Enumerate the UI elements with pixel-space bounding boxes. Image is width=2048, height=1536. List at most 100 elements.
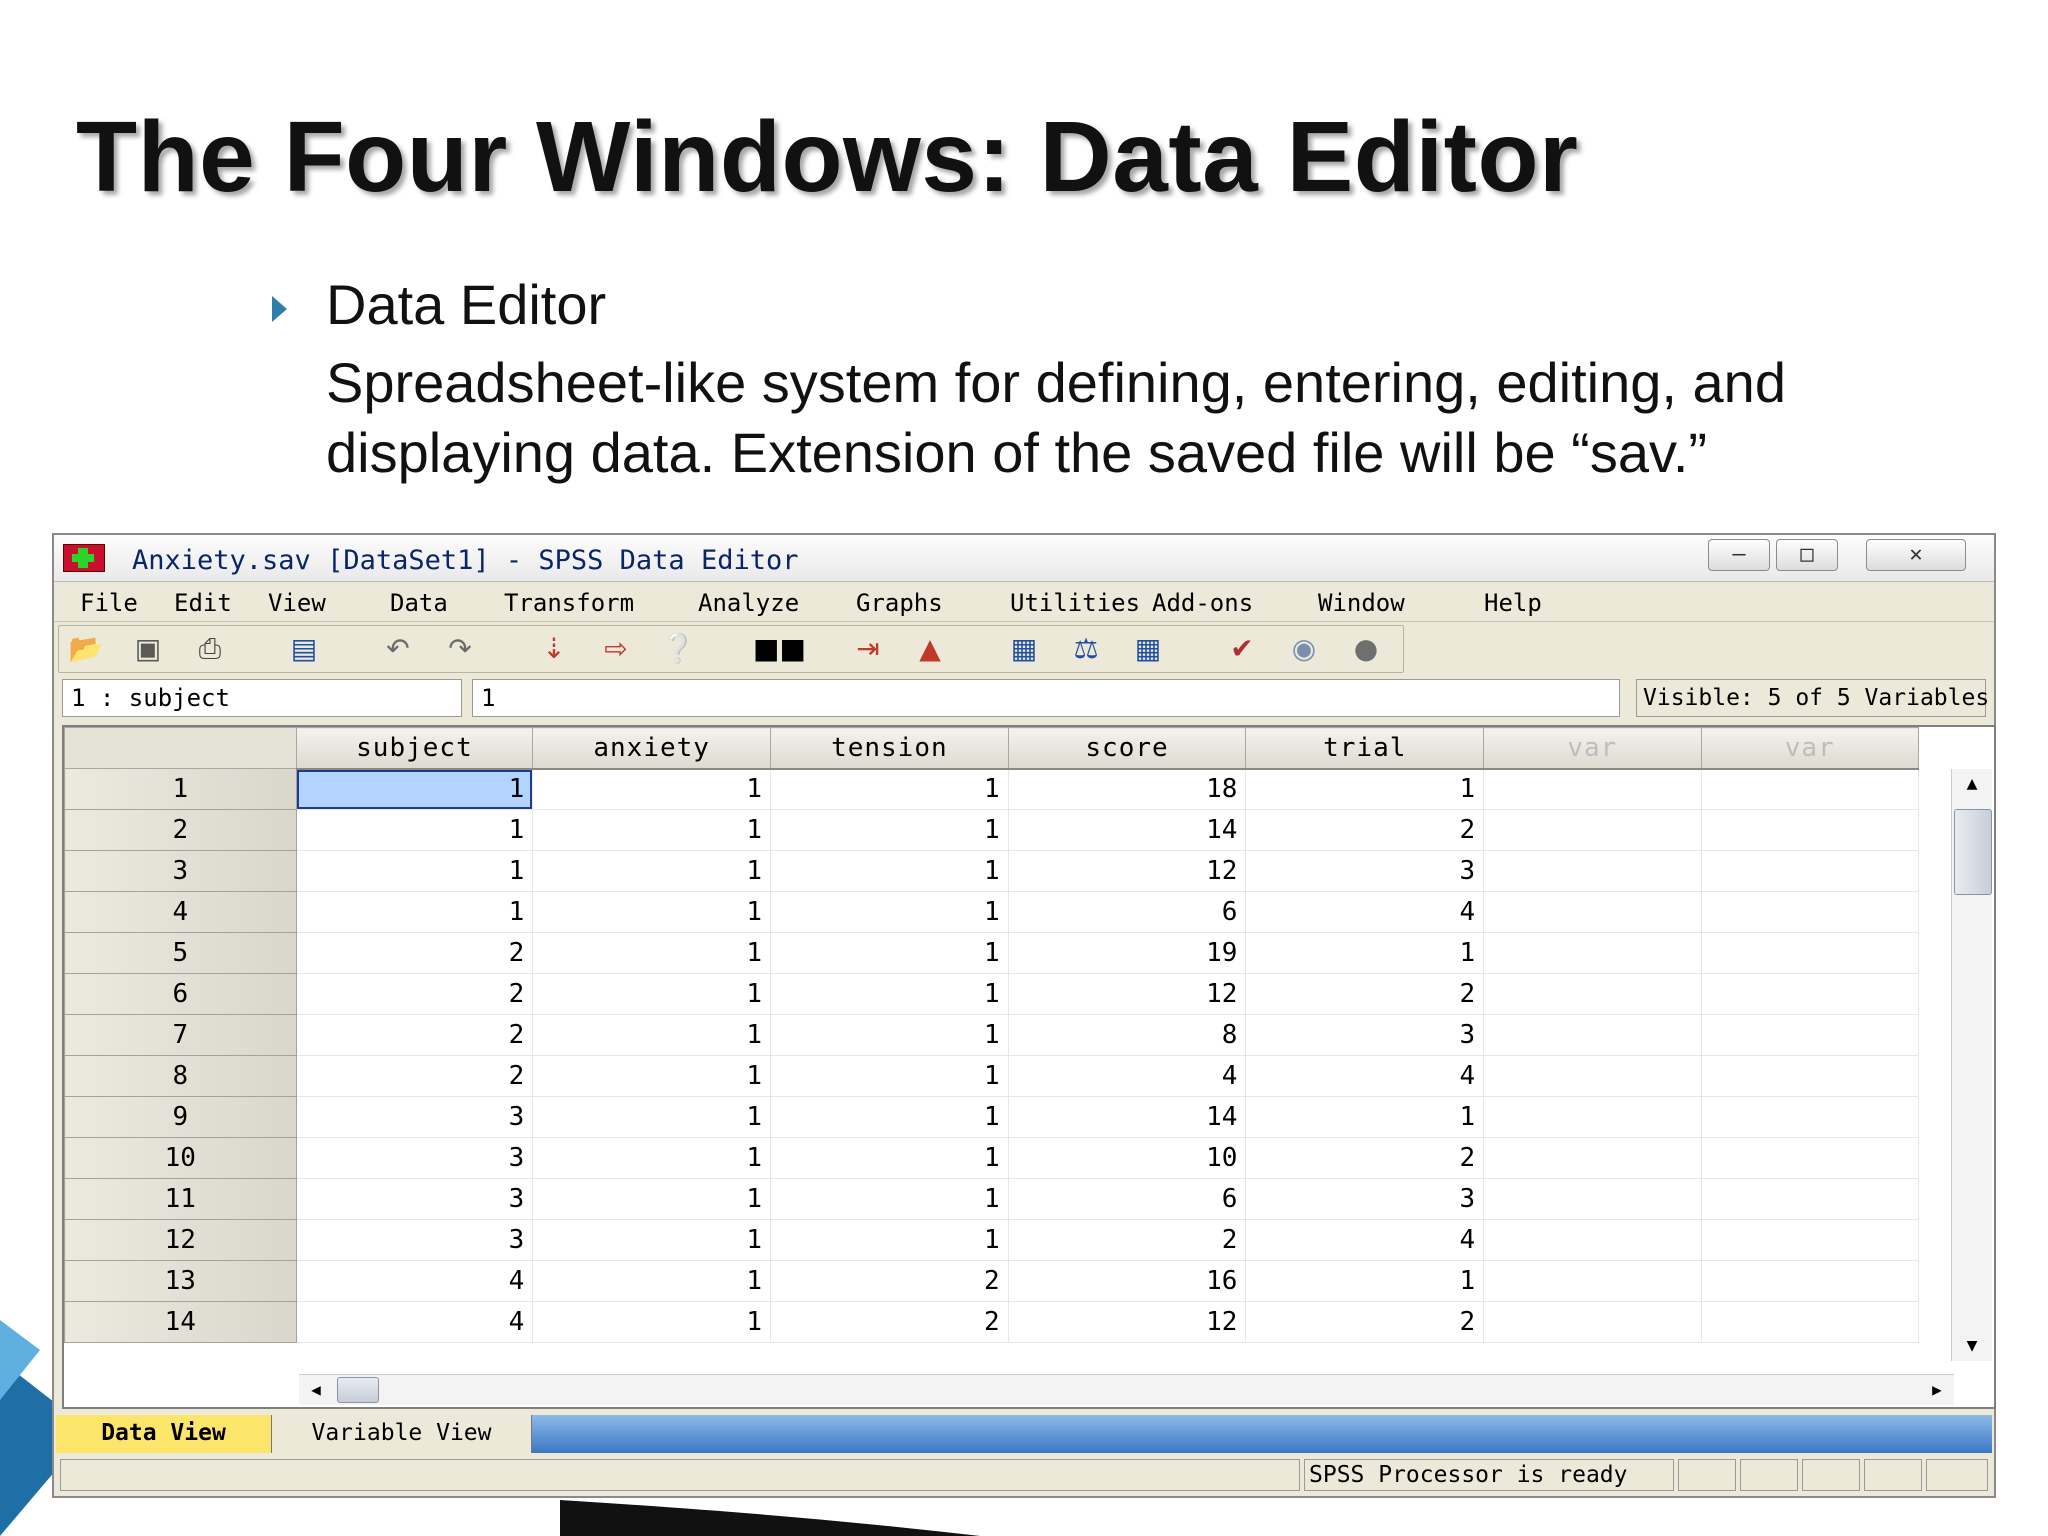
data-cell[interactable]: 12 [1007, 850, 1247, 892]
spell-check-icon[interactable]: ● [1347, 632, 1385, 666]
cell-value-editor[interactable]: 1 [472, 679, 1620, 717]
data-cell[interactable] [1700, 973, 1919, 1015]
column-header-anxiety[interactable]: anxiety [532, 727, 771, 770]
insert-variable-icon[interactable]: ⇥ [849, 632, 887, 666]
variables-icon[interactable]: ❔ [659, 632, 697, 666]
data-cell[interactable] [1483, 809, 1702, 851]
save-icon[interactable]: ▣ [129, 632, 167, 666]
insert-cases-icon[interactable]: ⇨ [597, 632, 635, 666]
data-cell[interactable]: 1 [770, 850, 1009, 892]
data-cell[interactable]: 4 [1245, 1055, 1485, 1097]
data-cell[interactable]: 1 [532, 1219, 771, 1261]
data-cell[interactable]: 8 [1007, 1014, 1247, 1056]
data-cell[interactable]: 1 [532, 809, 771, 851]
data-cell[interactable]: 1 [770, 1096, 1009, 1138]
data-cell[interactable] [1700, 891, 1919, 933]
value-labels-icon[interactable]: ▦ [1005, 632, 1043, 666]
data-cell[interactable] [1483, 891, 1702, 933]
menu-transform[interactable]: Transform [504, 589, 634, 617]
print-icon[interactable]: ⎙ [191, 632, 229, 666]
data-cell[interactable] [1483, 850, 1702, 892]
data-cell[interactable]: 1 [770, 1137, 1009, 1179]
data-cell[interactable]: 1 [770, 809, 1009, 851]
data-cell[interactable]: 1 [770, 1219, 1009, 1261]
data-cell[interactable]: 1 [770, 891, 1009, 933]
data-cell[interactable]: 1 [295, 891, 534, 933]
horizontal-scrollbar[interactable]: ◀ ▶ [299, 1374, 1954, 1405]
data-cell[interactable]: 3 [295, 1096, 534, 1138]
data-cell[interactable]: 16 [1007, 1260, 1247, 1302]
data-cell[interactable]: 19 [1007, 932, 1247, 974]
data-cell[interactable]: 3 [295, 1137, 534, 1179]
data-cell[interactable] [1483, 973, 1702, 1015]
close-button[interactable]: ✕ [1866, 539, 1966, 571]
data-cell[interactable]: 2 [770, 1260, 1009, 1302]
grid-corner[interactable] [64, 727, 297, 769]
data-cell[interactable]: 1 [1245, 932, 1485, 974]
data-cell[interactable] [1700, 1096, 1919, 1138]
data-cell[interactable]: 3 [295, 1178, 534, 1220]
data-cell[interactable]: 1 [532, 1137, 771, 1179]
data-cell[interactable] [1700, 1055, 1919, 1097]
data-cell[interactable]: 2 [1245, 973, 1485, 1015]
data-cell[interactable]: 3 [1245, 1178, 1485, 1220]
data-cell[interactable] [1483, 1260, 1702, 1302]
data-cell[interactable]: 18 [1007, 768, 1247, 810]
data-cell[interactable]: 1 [770, 1055, 1009, 1097]
data-cell[interactable] [1700, 850, 1919, 892]
data-cell[interactable]: 2 [770, 1301, 1009, 1343]
data-cell[interactable]: 1 [532, 1301, 771, 1343]
select-cases-icon[interactable]: ▦ [1129, 632, 1167, 666]
redo-icon[interactable]: ↷ [441, 632, 479, 666]
data-cell[interactable] [1483, 768, 1702, 810]
row-number[interactable]: 10 [64, 1137, 297, 1179]
data-cell[interactable] [1483, 1055, 1702, 1097]
column-header-subject[interactable]: subject [295, 727, 534, 770]
data-cell[interactable]: 1 [532, 1014, 771, 1056]
split-file-icon[interactable]: ▲ [911, 632, 949, 666]
data-cell[interactable]: 14 [1007, 1096, 1247, 1138]
data-cell[interactable]: 1 [770, 1014, 1009, 1056]
weight-cases-icon[interactable]: ⚖ [1067, 632, 1105, 666]
menu-utilities[interactable]: Utilities [1010, 589, 1140, 617]
scroll-down-icon[interactable]: ▼ [1952, 1331, 1992, 1361]
data-cell[interactable]: 1 [532, 1096, 771, 1138]
row-number[interactable]: 2 [64, 809, 297, 851]
data-cell[interactable]: 2 [295, 932, 534, 974]
menu-data[interactable]: Data [390, 589, 448, 617]
data-cell[interactable] [1483, 1178, 1702, 1220]
data-cell[interactable]: 1 [532, 1055, 771, 1097]
undo-icon[interactable]: ↶ [379, 632, 417, 666]
row-number[interactable]: 1 [64, 768, 297, 810]
dialog-recall-icon[interactable]: ▤ [285, 632, 323, 666]
data-cell[interactable]: 3 [1245, 1014, 1485, 1056]
tab-variable-view[interactable]: Variable View [272, 1415, 532, 1453]
data-cell[interactable] [1700, 1301, 1919, 1343]
data-cell[interactable] [1483, 1014, 1702, 1056]
row-number[interactable]: 5 [64, 932, 297, 974]
data-cell[interactable] [1700, 1014, 1919, 1056]
data-cell[interactable]: 3 [295, 1219, 534, 1261]
menu-view[interactable]: View [268, 589, 326, 617]
data-cell[interactable] [1483, 1137, 1702, 1179]
menu-graphs[interactable]: Graphs [856, 589, 943, 617]
data-cell[interactable]: 6 [1007, 1178, 1247, 1220]
open-icon[interactable]: 📂 [67, 632, 105, 666]
data-cell[interactable]: 2 [1007, 1219, 1247, 1261]
data-cell[interactable]: 1 [532, 973, 771, 1015]
row-number[interactable]: 9 [64, 1096, 297, 1138]
data-cell[interactable] [1700, 932, 1919, 974]
data-cell[interactable] [1700, 1137, 1919, 1179]
data-cell[interactable] [1700, 809, 1919, 851]
data-cell[interactable]: 1 [295, 850, 534, 892]
data-cell[interactable]: 1 [1245, 768, 1485, 810]
data-cell[interactable] [1483, 1219, 1702, 1261]
data-cell[interactable]: 2 [295, 1014, 534, 1056]
data-cell[interactable]: 1 [770, 1178, 1009, 1220]
column-header-var[interactable]: var [1700, 727, 1919, 770]
tab-data-view[interactable]: Data View [56, 1415, 272, 1453]
vertical-scroll-thumb[interactable] [1954, 809, 1992, 895]
menu-window[interactable]: Window [1318, 589, 1405, 617]
data-cell[interactable]: 2 [295, 973, 534, 1015]
column-header-var[interactable]: var [1483, 727, 1702, 770]
